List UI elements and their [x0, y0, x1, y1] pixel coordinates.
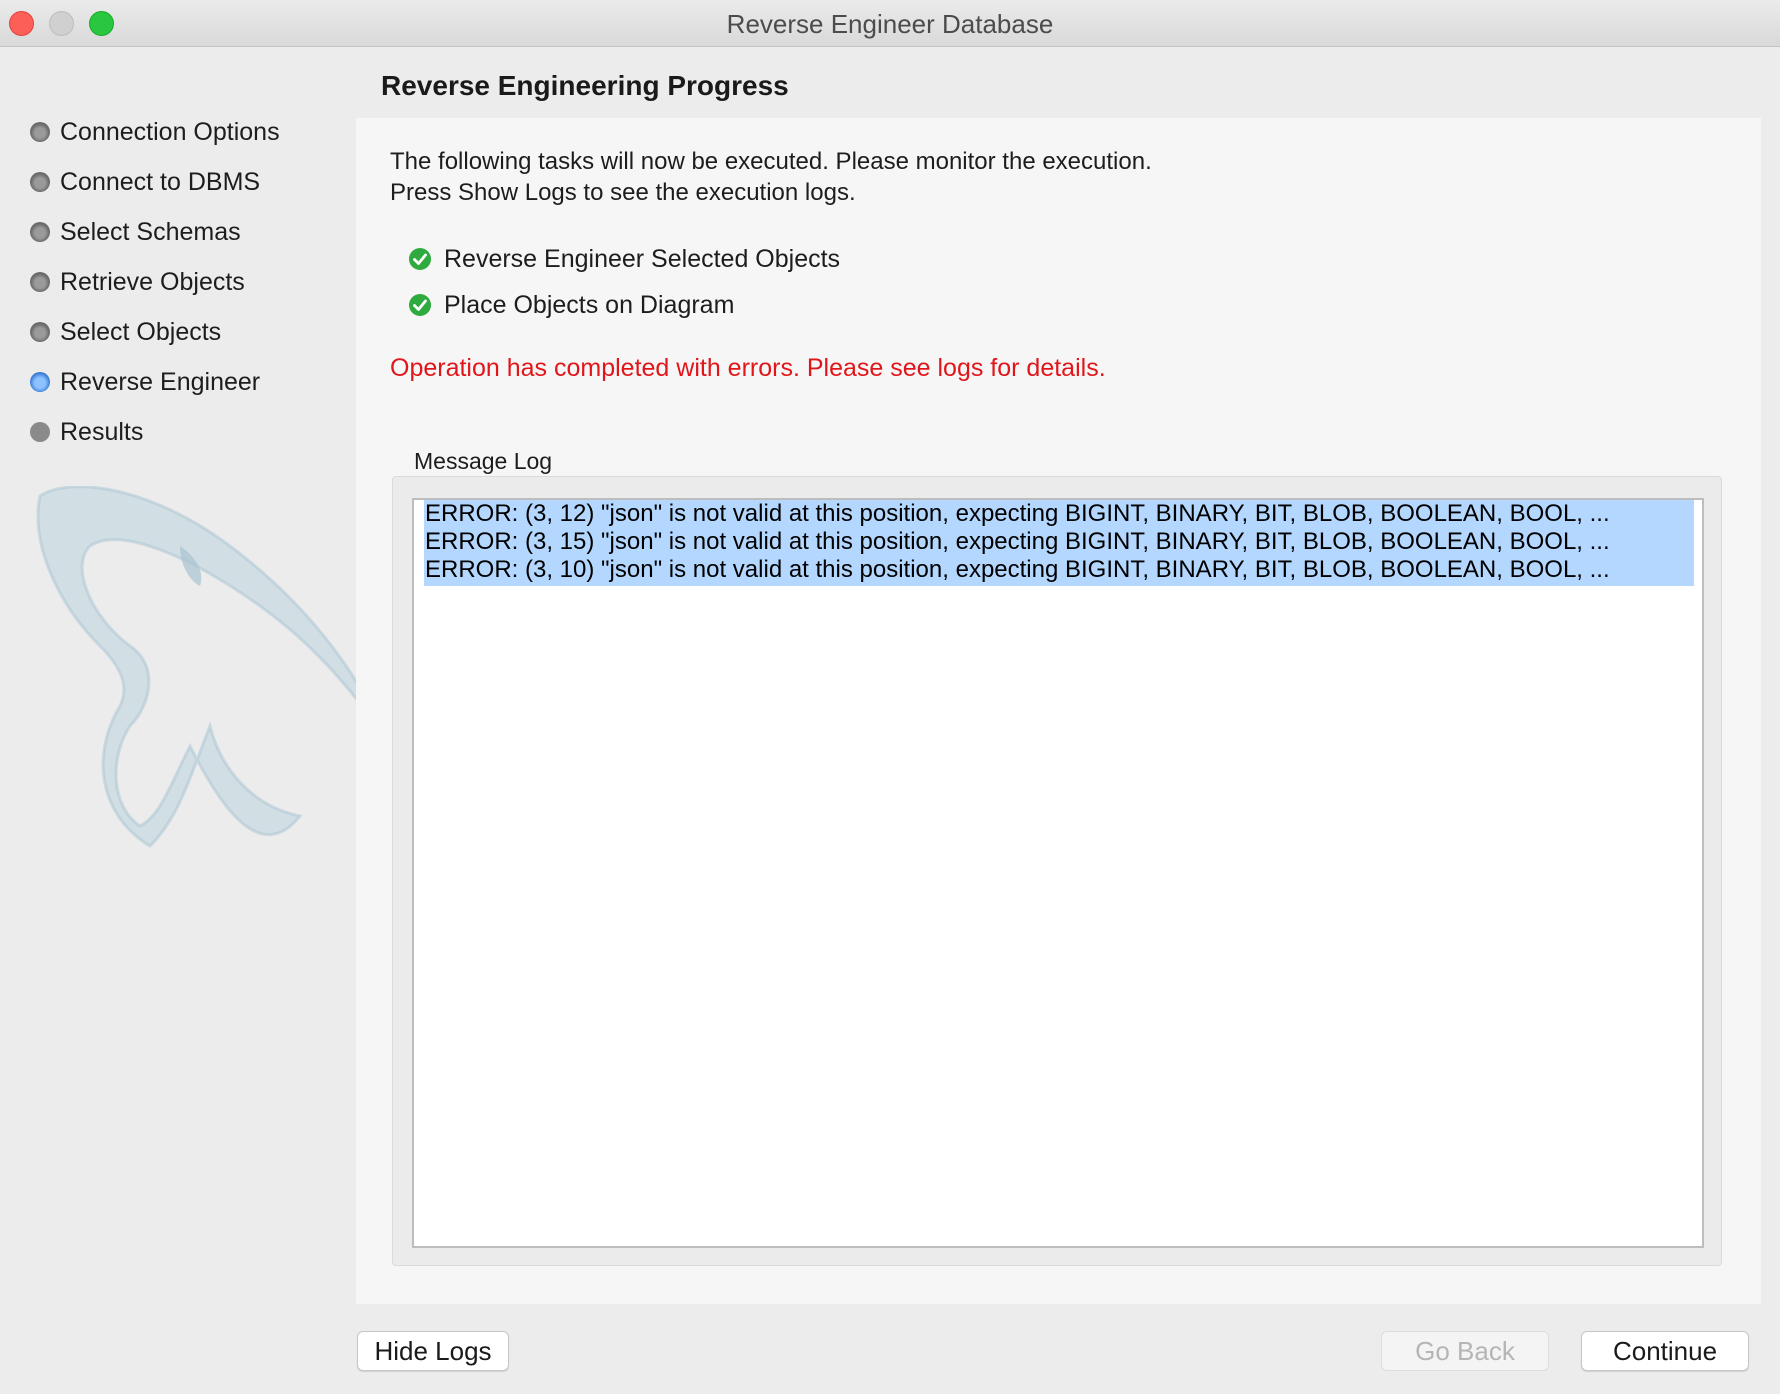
step-retrieve-objects: Retrieve Objects: [30, 265, 245, 299]
task-reverse-engineer-objects: Reverse Engineer Selected Objects: [408, 242, 840, 276]
error-status-message: Operation has completed with errors. Ple…: [390, 354, 1106, 382]
step-done-bullet-icon: [30, 322, 50, 342]
title-bar: Reverse Engineer Database: [0, 0, 1780, 47]
progress-panel: The following tasks will now be executed…: [356, 118, 1761, 1304]
go-back-button[interactable]: Go Back: [1381, 1331, 1549, 1371]
step-reverse-engineer: Reverse Engineer: [30, 365, 260, 399]
intro-line-1: The following tasks will now be executed…: [390, 148, 1152, 175]
log-selection: ERROR: (3, 12) "json" is not valid at th…: [424, 500, 1694, 586]
log-line[interactable]: ERROR: (3, 15) "json" is not valid at th…: [424, 528, 1694, 556]
intro-text: The following tasks will now be executed…: [390, 146, 1152, 208]
step-done-bullet-icon: [30, 272, 50, 292]
step-connect-to-dbms: Connect to DBMS: [30, 165, 260, 199]
step-active-bullet-icon: [30, 372, 50, 392]
check-circle-icon: [409, 294, 431, 316]
step-done-bullet-icon: [30, 222, 50, 242]
check-circle-icon: [409, 248, 431, 270]
wizard-steps-sidebar: Connection Options Connect to DBMS Selec…: [0, 46, 392, 1394]
intro-line-2: Press Show Logs to see the execution log…: [390, 179, 856, 206]
hide-logs-button[interactable]: Hide Logs: [357, 1331, 509, 1371]
step-results: Results: [30, 415, 143, 449]
log-line[interactable]: ERROR: (3, 10) "json" is not valid at th…: [424, 556, 1694, 584]
step-pending-bullet-icon: [30, 422, 50, 442]
message-log-label: Message Log: [414, 448, 553, 474]
continue-button[interactable]: Continue: [1581, 1331, 1749, 1371]
log-line[interactable]: ERROR: (3, 12) "json" is not valid at th…: [424, 500, 1694, 528]
message-log-textarea[interactable]: ERROR: (3, 12) "json" is not valid at th…: [412, 498, 1704, 1248]
step-select-objects: Select Objects: [30, 315, 221, 349]
reverse-engineer-window: Reverse Engineer Database Connection Opt…: [0, 0, 1780, 1394]
step-select-schemas: Select Schemas: [30, 215, 241, 249]
step-done-bullet-icon: [30, 172, 50, 192]
page-title: Reverse Engineering Progress: [381, 70, 789, 101]
window-title: Reverse Engineer Database: [726, 9, 1054, 39]
step-connection-options: Connection Options: [30, 115, 280, 149]
step-done-bullet-icon: [30, 122, 50, 142]
task-place-objects: Place Objects on Diagram: [408, 288, 734, 322]
